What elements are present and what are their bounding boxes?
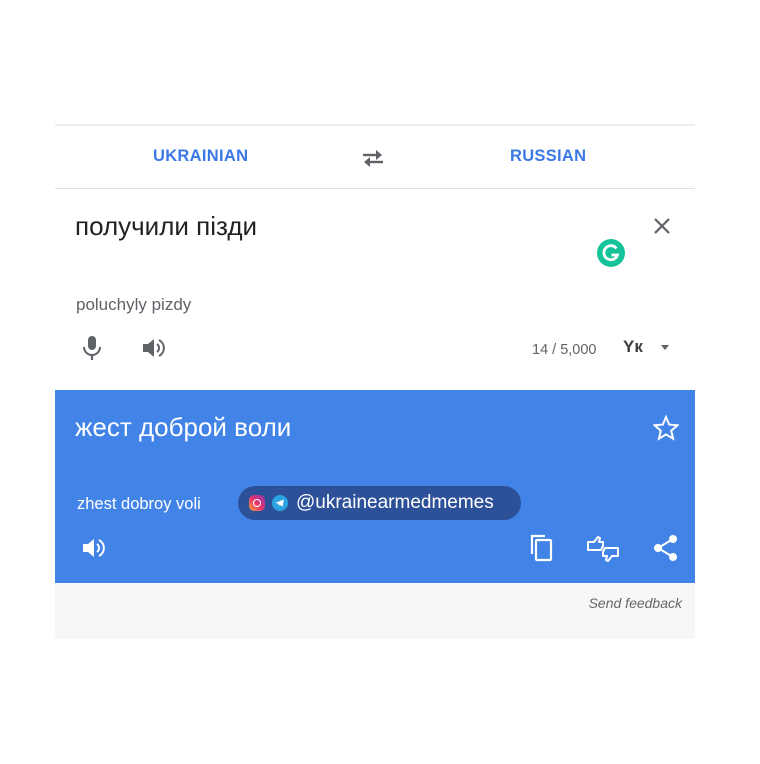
translation-transliteration: zhest dobroy voli <box>77 495 201 513</box>
result-panel: жест доброй воли zhest dobroy voli @ukra… <box>55 390 695 583</box>
close-icon[interactable] <box>653 217 671 235</box>
copy-icon[interactable] <box>529 534 553 562</box>
instagram-icon <box>249 495 265 511</box>
character-count: 14 / 5,000 <box>532 342 597 358</box>
source-transliteration: poluchyly pizdy <box>76 295 192 314</box>
speaker-icon[interactable] <box>141 336 167 360</box>
translation-text: жест доброй воли <box>75 412 292 442</box>
send-feedback-link[interactable]: Send feedback <box>589 595 682 611</box>
language-bar: UKRAINIAN RUSSIAN <box>55 126 695 189</box>
edit-suggestion-icon[interactable] <box>586 536 620 562</box>
chevron-down-icon[interactable] <box>661 345 669 350</box>
microphone-icon[interactable] <box>81 335 103 361</box>
watermark-badge: @ukrainearmedmemes <box>238 486 521 520</box>
target-language-button[interactable]: RUSSIAN <box>510 147 586 166</box>
speaker-icon[interactable] <box>81 536 107 560</box>
translate-card: UKRAINIAN RUSSIAN получили пізди poluchy… <box>55 124 695 639</box>
footer: Send feedback <box>55 583 695 639</box>
source-input[interactable]: получили пізди <box>75 211 257 242</box>
telegram-icon <box>272 495 288 511</box>
keyboard-icon[interactable]: Yк <box>623 337 643 357</box>
share-icon[interactable] <box>653 534 679 562</box>
grammarly-icon[interactable] <box>596 238 626 268</box>
source-language-button[interactable]: UKRAINIAN <box>153 147 248 166</box>
star-icon[interactable] <box>653 415 679 441</box>
source-panel: получили пізди poluchyly pizdy 14 / 5,00… <box>55 189 695 389</box>
watermark-handle: @ukrainearmedmemes <box>296 492 494 513</box>
swap-icon[interactable] <box>360 147 386 169</box>
